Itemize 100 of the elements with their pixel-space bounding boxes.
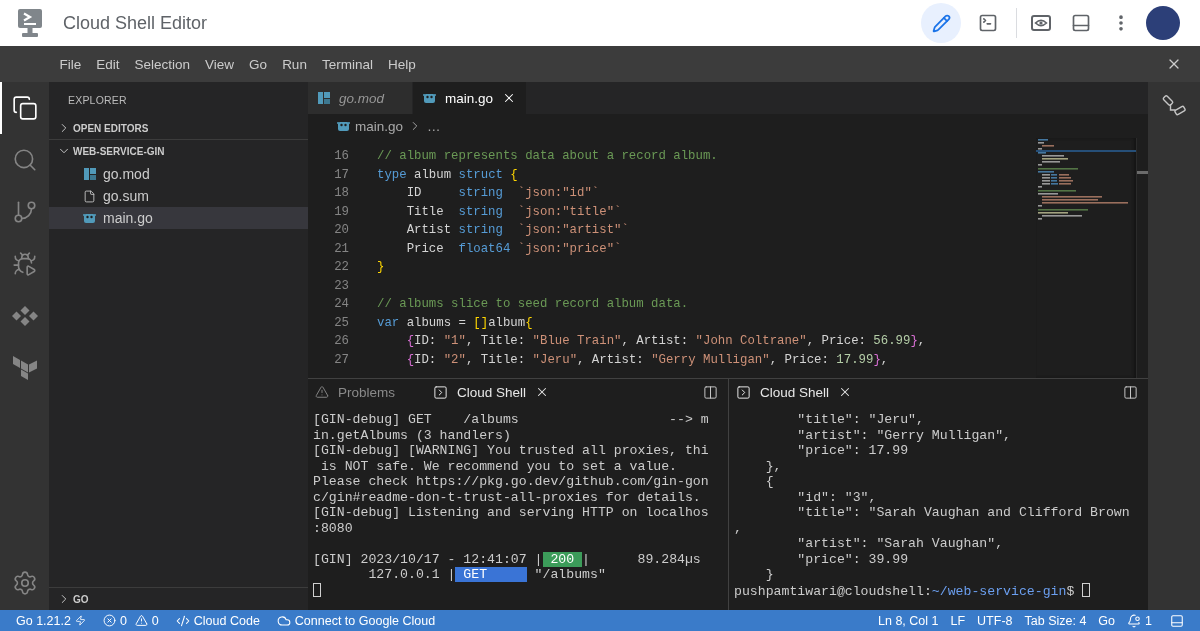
connected-shapes-icon[interactable]	[1162, 94, 1186, 118]
panel-layout-icon[interactable]	[1071, 13, 1091, 33]
menu-item[interactable]: Edit	[88, 46, 128, 82]
code-line: Artist string `json:"artist"`	[405, 222, 629, 240]
menu-item[interactable]: Go	[241, 46, 275, 82]
warning-icon	[315, 385, 329, 399]
line-number: 17	[333, 166, 349, 184]
code-line: var albums = []album{	[377, 314, 533, 332]
line-number: 25	[333, 314, 349, 332]
status-item[interactable]: Ln 8, Col 1	[878, 610, 939, 631]
layout-icon[interactable]	[1170, 613, 1184, 628]
terminal-text: | 89.284µs	[582, 551, 701, 567]
breadcrumb-item[interactable]: main.go	[337, 118, 404, 134]
terminal-text: {	[764, 474, 774, 489]
settings-icon[interactable]	[11, 570, 38, 596]
terminal-text: "artist": "Gerry Mulligan",	[796, 427, 1011, 443]
scroll-marker	[1137, 171, 1148, 174]
error-icon	[102, 614, 116, 627]
sidebar-title: EXPLORER	[68, 93, 127, 106]
terminal-text: [GIN-debug] GET /albums --> m	[313, 412, 709, 427]
lightning-icon	[74, 615, 86, 626]
go-file-icon	[83, 213, 96, 223]
editor-tab[interactable]: go.mod	[308, 82, 414, 114]
code-line: ID string `json:"id"`	[405, 185, 600, 203]
app-title: Cloud Shell Editor	[63, 12, 208, 34]
menu-item[interactable]: Help	[380, 46, 424, 82]
code-line: // album represents data about a record album.	[377, 148, 718, 165]
blocks-icon	[12, 356, 37, 380]
line-number: 24	[333, 296, 349, 314]
code-line: type album struct {	[377, 166, 518, 184]
terminal-text: "/albums"	[533, 567, 606, 582]
terminal-text: "price": 39.99	[796, 551, 909, 567]
menu-item[interactable]: Terminal	[314, 46, 381, 82]
terminal-text: $	[1066, 583, 1075, 599]
module-icon	[83, 168, 96, 180]
menu-item[interactable]: Run	[274, 46, 315, 82]
diamonds-icon	[11, 306, 38, 326]
code-line: }	[377, 259, 385, 277]
line-number: 16	[333, 148, 349, 165]
terminal-monitor-icon	[18, 9, 42, 37]
status-item[interactable]: Tab Size: 4	[1024, 610, 1087, 631]
code-icon	[175, 613, 190, 628]
panel-tab[interactable]: Problems	[315, 379, 396, 405]
breadcrumb-item[interactable]: …	[427, 118, 441, 134]
terminal-text: "price": 17.99	[796, 443, 909, 458]
go-version-button[interactable]: Go 1.21.2	[16, 610, 86, 631]
tree-row[interactable]: go.sum	[49, 185, 308, 207]
preview-icon[interactable]	[1031, 15, 1051, 31]
code-line: Price float64 `json:"price"`	[405, 240, 622, 258]
line-number: 19	[333, 203, 349, 221]
terminal-text: is NOT safe. We recommend you to set a value.	[319, 458, 678, 474]
editor-tab[interactable]: main.go	[413, 82, 528, 114]
terminal-text: [GIN-debug] Listening and serving HTTP on localhos	[313, 505, 709, 520]
terminal-icon	[978, 13, 998, 33]
terminal-text: pushpamtiwari@cloudshell:	[734, 583, 932, 599]
terminal-text: "artist": "Sarah Vaughan",	[796, 536, 1004, 551]
code-line: {ID: "2", Title: "Jeru", Artist: "Gerry Mulligan", Price: 17.99},	[405, 352, 889, 369]
menu-item[interactable]: Selection	[127, 46, 198, 82]
tree-row[interactable]: go.mod	[49, 163, 308, 185]
branch-icon	[11, 199, 38, 225]
terminal-text: in.getAlbums (3 handlers)	[313, 427, 511, 443]
terminal-icon	[736, 384, 751, 400]
split-icon[interactable]	[703, 384, 718, 400]
go-file-icon	[337, 121, 350, 131]
section-header[interactable]: GO	[49, 588, 308, 610]
bell-icon	[1127, 613, 1142, 628]
cloud-code-button[interactable]: Cloud Code	[175, 610, 260, 631]
code-line: {ID: "1", Title: "Blue Train", Artist: "John Coltrane", Price: 56.99},	[405, 333, 926, 351]
file-icon	[83, 189, 96, 203]
terminal-text: },	[764, 458, 782, 474]
split-icon[interactable]	[1123, 384, 1138, 400]
connect-button[interactable]: Connect to Google Cloud	[276, 610, 436, 631]
terminal-text: [GIN-debug] [WARNING] You trusted all proxies, thi	[313, 443, 709, 458]
cursor-icon	[313, 582, 321, 597]
highlighted-text: 200	[542, 551, 583, 567]
files-icon	[11, 95, 38, 121]
warning-icon	[134, 614, 148, 627]
status-item[interactable]: LF	[950, 610, 966, 631]
terminal-text: ,	[734, 520, 742, 536]
terminal-text: :8080	[313, 520, 353, 536]
code-line: Title string `json:"title"`	[405, 203, 622, 221]
section-header[interactable]: WEB-SERVICE-GIN	[49, 140, 308, 162]
panel-tab[interactable]: Cloud Shell	[736, 379, 853, 405]
terminal-text: "id": "3",	[796, 489, 877, 505]
panel-tab[interactable]: Cloud Shell	[433, 379, 550, 405]
editor-mode-button[interactable]	[921, 3, 961, 43]
menu-item[interactable]: View	[197, 46, 242, 82]
tree-row[interactable]: main.go	[49, 207, 308, 229]
status-item[interactable]: UTF-8	[977, 610, 1013, 631]
line-number: 26	[333, 333, 349, 351]
menu-item[interactable]: File	[52, 46, 89, 82]
module-icon	[318, 92, 330, 104]
notifications-button[interactable]: 1	[1127, 610, 1152, 631]
go-file-icon	[423, 93, 437, 103]
line-number: 22	[333, 259, 349, 277]
section-header[interactable]: OPEN EDITORS	[49, 117, 308, 139]
status-item[interactable]: Go	[1098, 610, 1116, 631]
problems-button[interactable]: 0 0	[102, 610, 159, 631]
avatar[interactable]	[1146, 6, 1180, 40]
line-number: 18	[333, 185, 349, 203]
